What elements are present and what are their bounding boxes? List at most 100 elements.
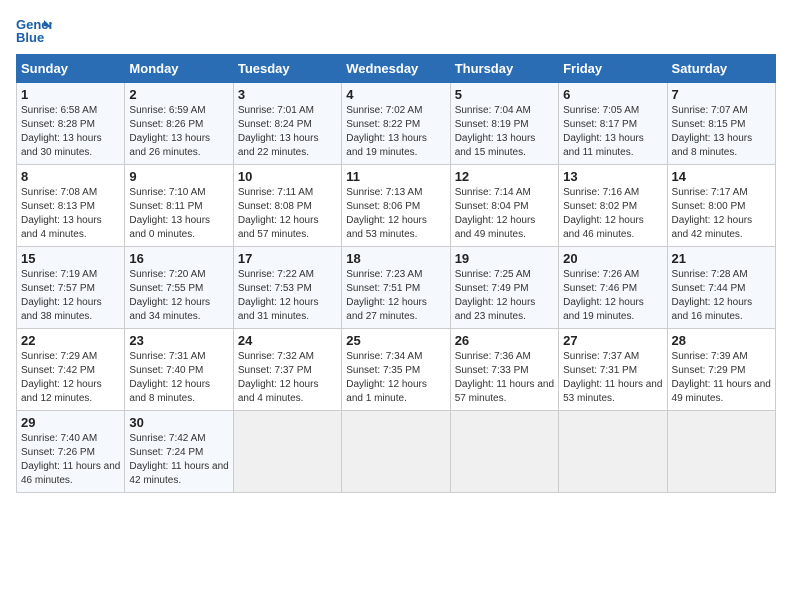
day-detail: Sunrise: 7:20 AMSunset: 7:55 PMDaylight:… bbox=[129, 268, 228, 324]
calendar-cell bbox=[342, 411, 450, 493]
day-detail: Sunrise: 7:31 AMSunset: 7:40 PMDaylight:… bbox=[129, 350, 228, 406]
day-detail: Sunrise: 7:16 AMSunset: 8:02 PMDaylight:… bbox=[563, 186, 662, 242]
day-detail: Sunrise: 7:10 AMSunset: 8:11 PMDaylight:… bbox=[129, 186, 228, 242]
day-detail: Sunrise: 7:37 AMSunset: 7:31 PMDaylight:… bbox=[563, 350, 662, 406]
day-detail: Sunrise: 7:05 AMSunset: 8:17 PMDaylight:… bbox=[563, 104, 662, 160]
day-number: 13 bbox=[563, 169, 662, 184]
day-number: 11 bbox=[346, 169, 445, 184]
weekday-header: Thursday bbox=[450, 55, 558, 83]
day-number: 14 bbox=[672, 169, 771, 184]
calendar-cell: 6 Sunrise: 7:05 AMSunset: 8:17 PMDaylight… bbox=[559, 83, 667, 165]
day-number: 29 bbox=[21, 415, 120, 430]
calendar-cell: 11 Sunrise: 7:13 AMSunset: 8:06 PMDayligh… bbox=[342, 165, 450, 247]
day-detail: Sunrise: 7:42 AMSunset: 7:24 PMDaylight:… bbox=[129, 432, 228, 488]
calendar-table: SundayMondayTuesdayWednesdayThursdayFrid… bbox=[16, 54, 776, 493]
day-detail: Sunrise: 7:19 AMSunset: 7:57 PMDaylight:… bbox=[21, 268, 120, 324]
calendar-cell bbox=[559, 411, 667, 493]
day-number: 19 bbox=[455, 251, 554, 266]
day-detail: Sunrise: 7:11 AMSunset: 8:08 PMDaylight:… bbox=[238, 186, 337, 242]
day-number: 17 bbox=[238, 251, 337, 266]
day-detail: Sunrise: 7:17 AMSunset: 8:00 PMDaylight:… bbox=[672, 186, 771, 242]
day-number: 25 bbox=[346, 333, 445, 348]
calendar-cell: 3 Sunrise: 7:01 AMSunset: 8:24 PMDaylight… bbox=[233, 83, 341, 165]
day-detail: Sunrise: 6:59 AMSunset: 8:26 PMDaylight:… bbox=[129, 104, 228, 160]
weekday-header: Friday bbox=[559, 55, 667, 83]
calendar-cell: 17 Sunrise: 7:22 AMSunset: 7:53 PMDayligh… bbox=[233, 247, 341, 329]
calendar-cell: 22 Sunrise: 7:29 AMSunset: 7:42 PMDayligh… bbox=[17, 329, 125, 411]
calendar-cell: 24Sunrise: 7:32 AMSunset: 7:37 PMDayligh… bbox=[233, 329, 341, 411]
weekday-header: Tuesday bbox=[233, 55, 341, 83]
day-detail: Sunrise: 7:02 AMSunset: 8:22 PMDaylight:… bbox=[346, 104, 445, 160]
day-detail: Sunrise: 7:13 AMSunset: 8:06 PMDaylight:… bbox=[346, 186, 445, 242]
day-number: 4 bbox=[346, 87, 445, 102]
day-detail: Sunrise: 7:01 AMSunset: 8:24 PMDaylight:… bbox=[238, 104, 337, 160]
day-number: 5 bbox=[455, 87, 554, 102]
calendar-cell: 4 Sunrise: 7:02 AMSunset: 8:22 PMDaylight… bbox=[342, 83, 450, 165]
page-header: General Blue bbox=[16, 16, 776, 44]
day-detail: Sunrise: 7:36 AMSunset: 7:33 PMDaylight:… bbox=[455, 350, 554, 406]
calendar-cell: 10 Sunrise: 7:11 AMSunset: 8:08 PMDayligh… bbox=[233, 165, 341, 247]
day-detail: Sunrise: 7:23 AMSunset: 7:51 PMDaylight:… bbox=[346, 268, 445, 324]
day-number: 6 bbox=[563, 87, 662, 102]
calendar-week-row: 15 Sunrise: 7:19 AMSunset: 7:57 PMDayligh… bbox=[17, 247, 776, 329]
day-number: 23 bbox=[129, 333, 228, 348]
calendar-cell: 1 Sunrise: 6:58 AMSunset: 8:28 PMDaylight… bbox=[17, 83, 125, 165]
calendar-cell bbox=[233, 411, 341, 493]
calendar-header-row: SundayMondayTuesdayWednesdayThursdayFrid… bbox=[17, 55, 776, 83]
day-detail: Sunrise: 6:58 AMSunset: 8:28 PMDaylight:… bbox=[21, 104, 120, 160]
calendar-week-row: 1 Sunrise: 6:58 AMSunset: 8:28 PMDaylight… bbox=[17, 83, 776, 165]
day-number: 21 bbox=[672, 251, 771, 266]
day-number: 3 bbox=[238, 87, 337, 102]
day-number: 30 bbox=[129, 415, 228, 430]
calendar-cell: 28 Sunrise: 7:39 AMSunset: 7:29 PMDayligh… bbox=[667, 329, 775, 411]
day-number: 1 bbox=[21, 87, 120, 102]
calendar-cell bbox=[667, 411, 775, 493]
day-number: 16 bbox=[129, 251, 228, 266]
day-number: 10 bbox=[238, 169, 337, 184]
day-number: 22 bbox=[21, 333, 120, 348]
day-detail: Sunrise: 7:26 AMSunset: 7:46 PMDaylight:… bbox=[563, 268, 662, 324]
logo-icon: General Blue bbox=[16, 16, 52, 44]
calendar-cell: 18 Sunrise: 7:23 AMSunset: 7:51 PMDayligh… bbox=[342, 247, 450, 329]
day-detail: Sunrise: 7:29 AMSunset: 7:42 PMDaylight:… bbox=[21, 350, 120, 406]
calendar-cell: 20 Sunrise: 7:26 AMSunset: 7:46 PMDayligh… bbox=[559, 247, 667, 329]
weekday-header: Sunday bbox=[17, 55, 125, 83]
day-number: 27 bbox=[563, 333, 662, 348]
day-detail: Sunrise: 7:04 AMSunset: 8:19 PMDaylight:… bbox=[455, 104, 554, 160]
calendar-cell: 5 Sunrise: 7:04 AMSunset: 8:19 PMDaylight… bbox=[450, 83, 558, 165]
day-number: 18 bbox=[346, 251, 445, 266]
calendar-cell: 7Sunrise: 7:07 AMSunset: 8:15 PMDaylight… bbox=[667, 83, 775, 165]
calendar-cell: 21 Sunrise: 7:28 AMSunset: 7:44 PMDayligh… bbox=[667, 247, 775, 329]
weekday-header: Saturday bbox=[667, 55, 775, 83]
calendar-body: 1 Sunrise: 6:58 AMSunset: 8:28 PMDaylight… bbox=[17, 83, 776, 493]
day-number: 15 bbox=[21, 251, 120, 266]
calendar-cell: 19 Sunrise: 7:25 AMSunset: 7:49 PMDayligh… bbox=[450, 247, 558, 329]
weekday-header: Monday bbox=[125, 55, 233, 83]
day-detail: Sunrise: 7:32 AMSunset: 7:37 PMDaylight:… bbox=[238, 350, 337, 406]
calendar-cell: 27 Sunrise: 7:37 AMSunset: 7:31 PMDayligh… bbox=[559, 329, 667, 411]
calendar-week-row: 29 Sunrise: 7:40 AMSunset: 7:26 PMDayligh… bbox=[17, 411, 776, 493]
day-detail: Sunrise: 7:39 AMSunset: 7:29 PMDaylight:… bbox=[672, 350, 771, 406]
calendar-cell: 29 Sunrise: 7:40 AMSunset: 7:26 PMDayligh… bbox=[17, 411, 125, 493]
day-detail: Sunrise: 7:14 AMSunset: 8:04 PMDaylight:… bbox=[455, 186, 554, 242]
calendar-cell: 2 Sunrise: 6:59 AMSunset: 8:26 PMDaylight… bbox=[125, 83, 233, 165]
day-number: 20 bbox=[563, 251, 662, 266]
day-detail: Sunrise: 7:22 AMSunset: 7:53 PMDaylight:… bbox=[238, 268, 337, 324]
weekday-header: Wednesday bbox=[342, 55, 450, 83]
calendar-cell: 30 Sunrise: 7:42 AMSunset: 7:24 PMDayligh… bbox=[125, 411, 233, 493]
day-number: 26 bbox=[455, 333, 554, 348]
calendar-cell: 26 Sunrise: 7:36 AMSunset: 7:33 PMDayligh… bbox=[450, 329, 558, 411]
day-detail: Sunrise: 7:40 AMSunset: 7:26 PMDaylight:… bbox=[21, 432, 120, 488]
calendar-cell bbox=[450, 411, 558, 493]
day-detail: Sunrise: 7:28 AMSunset: 7:44 PMDaylight:… bbox=[672, 268, 771, 324]
logo: General Blue bbox=[16, 16, 52, 44]
calendar-cell: 12Sunrise: 7:14 AMSunset: 8:04 PMDayligh… bbox=[450, 165, 558, 247]
day-number: 28 bbox=[672, 333, 771, 348]
calendar-week-row: 8Sunrise: 7:08 AMSunset: 8:13 PMDaylight… bbox=[17, 165, 776, 247]
calendar-cell: 9Sunrise: 7:10 AMSunset: 8:11 PMDaylight… bbox=[125, 165, 233, 247]
calendar-cell: 15 Sunrise: 7:19 AMSunset: 7:57 PMDayligh… bbox=[17, 247, 125, 329]
calendar-cell: 25 Sunrise: 7:34 AMSunset: 7:35 PMDayligh… bbox=[342, 329, 450, 411]
day-detail: Sunrise: 7:34 AMSunset: 7:35 PMDaylight:… bbox=[346, 350, 445, 406]
day-detail: Sunrise: 7:25 AMSunset: 7:49 PMDaylight:… bbox=[455, 268, 554, 324]
day-number: 2 bbox=[129, 87, 228, 102]
